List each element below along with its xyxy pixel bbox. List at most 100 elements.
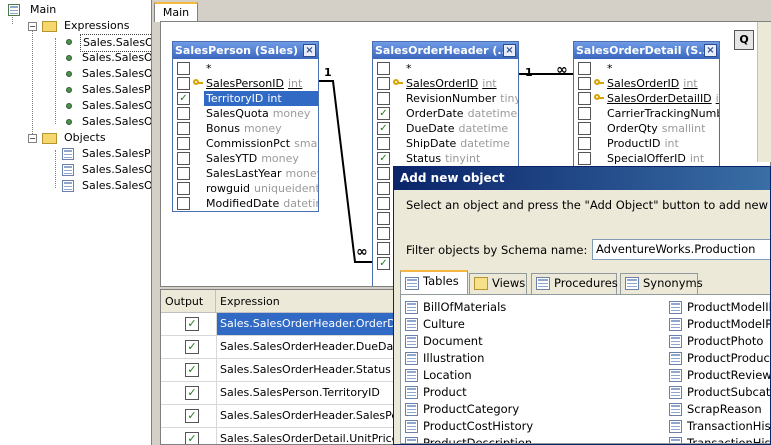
tab-tables[interactable]: Tables: [400, 270, 468, 295]
column-header-expression[interactable]: Expression: [216, 290, 394, 313]
field-checkbox[interactable]: [377, 227, 390, 240]
field-row[interactable]: *: [574, 61, 719, 76]
list-item[interactable]: TransactionHisto: [669, 418, 770, 435]
field-row[interactable]: ✓ Status tinyint: [373, 151, 518, 166]
output-checkbox[interactable]: ✓: [185, 432, 199, 444]
field-checkbox[interactable]: [578, 107, 591, 120]
field-checkbox[interactable]: [177, 62, 190, 75]
field-checkbox[interactable]: [578, 77, 591, 90]
field-checkbox[interactable]: [578, 92, 591, 105]
field-checkbox[interactable]: [177, 77, 190, 90]
column-header-output[interactable]: Output: [161, 290, 216, 313]
list-item[interactable]: ProductDescription: [405, 435, 532, 443]
list-item[interactable]: TransactionHisto: [669, 435, 770, 443]
collapse-objects-icon[interactable]: −: [28, 134, 37, 143]
output-checkbox[interactable]: ✓: [185, 317, 199, 331]
canvas-vertical-scrollbar[interactable]: [757, 22, 771, 162]
field-checkbox[interactable]: ✓: [377, 152, 390, 165]
field-checkbox[interactable]: ✓: [377, 257, 390, 270]
close-icon[interactable]: ×: [704, 44, 717, 57]
table-box-title[interactable]: SalesOrderHeader (... ×: [373, 42, 518, 59]
expression-cell[interactable]: Sales.SalesOrderHeader.SalesPer...: [216, 405, 394, 427]
close-icon[interactable]: ×: [503, 44, 516, 57]
list-item[interactable]: ProductPhoto: [669, 333, 763, 350]
expression-cell[interactable]: Sales.SalesPerson.TerritoryID: [216, 382, 394, 404]
output-checkbox[interactable]: ✓: [185, 409, 199, 423]
field-row[interactable]: SalesLastYearmoney: [173, 166, 318, 181]
field-checkbox[interactable]: [377, 77, 390, 90]
field-row[interactable]: CommissionPctsmallmo: [173, 136, 318, 151]
collapse-expressions-icon[interactable]: −: [28, 22, 37, 31]
close-icon[interactable]: ×: [303, 44, 316, 57]
field-row[interactable]: SalesOrderID int: [574, 76, 719, 91]
table-box-salesperson[interactable]: SalesPerson (Sales) × * SalesPersonID int ✓…: [172, 41, 319, 212]
field-checkbox[interactable]: [177, 137, 190, 150]
list-item[interactable]: ProductCategory: [405, 401, 519, 418]
output-checkbox[interactable]: ✓: [185, 340, 199, 354]
table-row[interactable]: ✓ Sales.SalesOrderDetail.UnitPrice: [161, 428, 394, 444]
field-checkbox[interactable]: [377, 92, 390, 105]
field-checkbox[interactable]: [578, 137, 591, 150]
tab-views[interactable]: Views: [469, 273, 527, 294]
field-checkbox[interactable]: [177, 152, 190, 165]
field-checkbox[interactable]: [377, 137, 390, 150]
table-box-title[interactable]: SalesOrderDetail (S... ×: [574, 42, 719, 59]
list-item[interactable]: ProductReview: [669, 367, 770, 384]
field-row[interactable]: CarrierTrackingNumber: [574, 106, 719, 121]
field-checkbox[interactable]: [177, 107, 190, 120]
expression-cell[interactable]: Sales.SalesOrderHeader.DueDate: [216, 336, 394, 358]
table-row[interactable]: ✓ Sales.SalesOrderHeader.OrderDate: [161, 313, 394, 336]
table-row[interactable]: ✓ Sales.SalesOrderHeader.DueDate: [161, 336, 394, 359]
field-row[interactable]: ModifiedDatedatetime: [173, 196, 318, 211]
expression-cell[interactable]: Sales.SalesOrderHeader.OrderDate: [216, 313, 394, 335]
field-row[interactable]: SalesQuota money: [173, 106, 318, 121]
field-row[interactable]: SalesOrderDetailIDint: [574, 91, 719, 106]
expression-cell[interactable]: Sales.SalesOrderHeader.Status: [216, 359, 394, 381]
field-checkbox[interactable]: [177, 182, 190, 195]
field-checkbox[interactable]: [377, 182, 390, 195]
field-row[interactable]: *: [173, 61, 318, 76]
field-checkbox[interactable]: [377, 167, 390, 180]
field-row[interactable]: SalesPersonID int: [173, 76, 318, 91]
field-row[interactable]: ✓ TerritoryID int: [173, 91, 318, 106]
list-item[interactable]: ProductModelPro: [669, 316, 770, 333]
list-item[interactable]: ProductProductP: [669, 350, 770, 367]
list-item[interactable]: ProductSubcateg: [669, 384, 770, 401]
tab-main[interactable]: Main: [154, 2, 198, 22]
table-row[interactable]: ✓ Sales.SalesOrderHeader.Status: [161, 359, 394, 382]
dialog-title[interactable]: Add new object: [394, 167, 770, 190]
list-item[interactable]: ProductModelIllu: [669, 299, 770, 316]
table-row[interactable]: ✓ Sales.SalesOrderHeader.SalesPer...: [161, 405, 394, 428]
field-row[interactable]: rowguid uniqueidentifie: [173, 181, 318, 196]
list-item[interactable]: Illustration: [405, 350, 484, 367]
output-checkbox[interactable]: ✓: [185, 363, 199, 377]
list-item[interactable]: BillOfMaterials: [405, 299, 506, 316]
field-checkbox[interactable]: [377, 242, 390, 255]
field-checkbox[interactable]: [578, 122, 591, 135]
table-box-salesorderdetail[interactable]: SalesOrderDetail (S... × * SalesOrderID in…: [573, 41, 720, 171]
field-checkbox[interactable]: [177, 167, 190, 180]
field-row[interactable]: ✓ OrderDate datetime: [373, 106, 518, 121]
field-checkbox[interactable]: [177, 197, 190, 210]
table-box-title[interactable]: SalesPerson (Sales) ×: [173, 42, 318, 59]
field-row[interactable]: ✓ DueDate datetime: [373, 121, 518, 136]
list-item[interactable]: ProductCostHistory: [405, 418, 533, 435]
zoom-button[interactable]: Q: [734, 30, 754, 50]
field-row[interactable]: ProductID int: [574, 136, 719, 151]
field-row[interactable]: SpecialOfferID int: [574, 151, 719, 166]
field-row[interactable]: ShipDate datetime: [373, 136, 518, 151]
field-checkbox[interactable]: ✓: [377, 122, 390, 135]
field-checkbox[interactable]: [177, 122, 190, 135]
tab-procedures[interactable]: Procedures: [531, 273, 618, 294]
schema-filter-select[interactable]: AdventureWorks.Production: [592, 239, 770, 260]
field-checkbox[interactable]: [377, 197, 390, 210]
field-row[interactable]: SalesYTD money: [173, 151, 318, 166]
list-item[interactable]: Culture: [405, 316, 465, 333]
field-row[interactable]: OrderQty smallint: [574, 121, 719, 136]
field-row[interactable]: RevisionNumbertinyint: [373, 91, 518, 106]
field-row[interactable]: *: [373, 61, 518, 76]
output-checkbox[interactable]: ✓: [185, 386, 199, 400]
expression-cell[interactable]: Sales.SalesOrderDetail.UnitPrice: [216, 428, 394, 444]
list-item[interactable]: Document: [405, 333, 483, 350]
field-checkbox[interactable]: [578, 62, 591, 75]
